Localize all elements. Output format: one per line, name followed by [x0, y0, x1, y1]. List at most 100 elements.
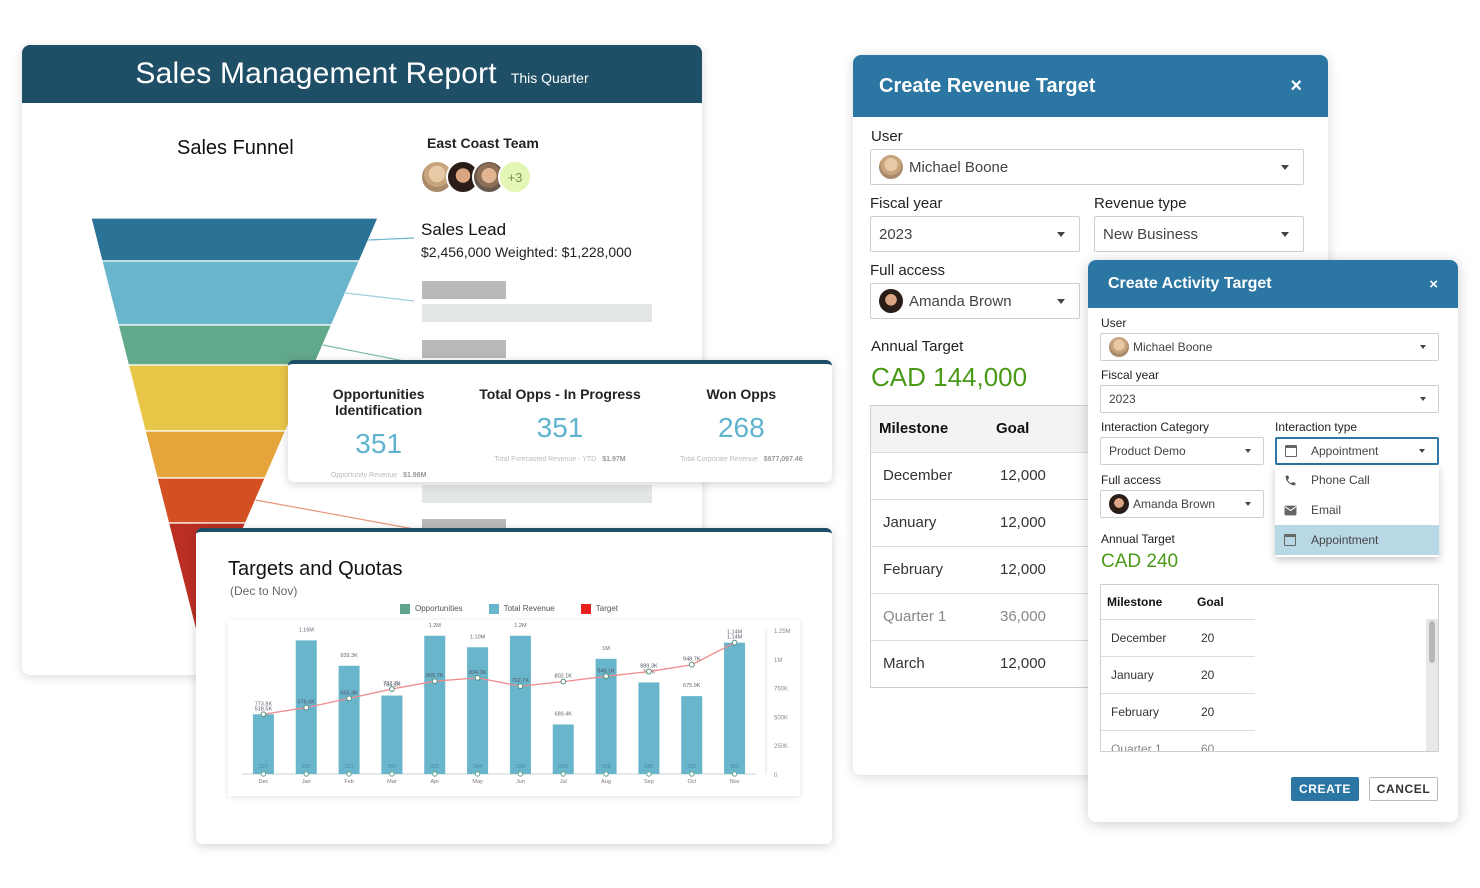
table-row[interactable]: December 20 — [1101, 618, 1255, 656]
user-value: Michael Boone — [909, 158, 1009, 176]
bar-total-revenue[interactable] — [467, 647, 489, 774]
target-point[interactable] — [560, 678, 567, 685]
opportunity-count-label: 344 — [473, 764, 482, 770]
annual-target-label: Annual Target — [1101, 532, 1175, 546]
user-label: User — [871, 128, 903, 145]
scrollbar-thumb[interactable] — [1429, 621, 1435, 663]
opportunity-point[interactable] — [731, 771, 738, 777]
opportunity-point[interactable] — [432, 771, 438, 777]
bar-total-revenue[interactable] — [338, 665, 360, 774]
funnel-stage[interactable] — [156, 477, 267, 524]
kpi-value: 351 — [536, 412, 584, 443]
bar-total-revenue[interactable] — [638, 682, 660, 774]
target-point[interactable] — [260, 711, 267, 718]
bar-total-revenue[interactable] — [681, 696, 703, 774]
target-point[interactable] — [646, 668, 652, 675]
interaction-category-select[interactable]: Product Demo — [1100, 437, 1264, 465]
fiscal-year-select[interactable]: 2023 — [870, 216, 1080, 252]
kpi-sub-label: Total Corporate Revenue — [679, 456, 758, 463]
opportunity-point[interactable] — [517, 771, 524, 777]
x-tick-label: Feb — [344, 779, 353, 785]
opportunity-point[interactable] — [474, 771, 481, 777]
calendar-icon — [1285, 445, 1297, 457]
target-point[interactable] — [688, 661, 695, 668]
targets-quotas-card: Targets and Quotas (Dec to Nov) Opportun… — [196, 528, 832, 844]
opportunity-count-label: 285 — [644, 764, 653, 770]
create-button[interactable]: CREATE — [1291, 777, 1359, 801]
cancel-button[interactable]: CANCEL — [1369, 777, 1438, 801]
chevron-down-icon — [1245, 502, 1251, 506]
target-point[interactable] — [474, 674, 481, 681]
table-row[interactable]: February 20 — [1101, 692, 1255, 730]
target-point[interactable] — [731, 639, 738, 646]
opportunity-point[interactable] — [260, 771, 267, 777]
user-select[interactable]: Michael Boone — [870, 149, 1304, 185]
table-row[interactable]: January 20 — [1101, 655, 1255, 693]
target-point[interactable] — [303, 704, 310, 711]
chart-subtitle: (Dec to Nov) — [230, 584, 298, 598]
full-access-select[interactable]: Amanda Brown — [870, 283, 1080, 319]
target-point[interactable] — [517, 683, 524, 690]
opportunity-point[interactable] — [303, 771, 309, 777]
milestone-cell: February — [1101, 692, 1197, 730]
funnel-stage[interactable] — [117, 324, 333, 366]
funnel-connector-line — [368, 237, 415, 241]
legend-item-target[interactable]: Target — [580, 604, 618, 614]
milestone-cell: January — [871, 498, 996, 546]
option-phone-call[interactable]: Phone Call — [1275, 465, 1439, 495]
bar-value-label: 1.2M — [429, 623, 442, 629]
funnel-stage[interactable] — [144, 430, 287, 479]
target-point[interactable] — [346, 695, 352, 702]
close-icon[interactable]: × — [1290, 75, 1302, 98]
full-access-value: Amanda Brown — [1133, 497, 1216, 511]
opportunity-point[interactable] — [646, 771, 652, 777]
funnel-stage[interactable] — [101, 260, 361, 326]
milestone-cell: Quarter 1 — [1101, 729, 1197, 751]
x-tick-label: Oct — [687, 779, 696, 785]
y-tick-label: 250K — [774, 744, 788, 750]
kpi-sub-value: $977,097.46 — [763, 456, 803, 463]
target-point[interactable] — [431, 678, 438, 685]
interaction-type-label: Interaction type — [1275, 420, 1358, 434]
table-row[interactable]: Quarter 1 60 — [1101, 729, 1255, 751]
goal-cell: 20 — [1197, 692, 1255, 730]
bar-total-revenue[interactable] — [724, 642, 746, 774]
opportunity-point[interactable] — [346, 771, 352, 777]
revenue-type-select[interactable]: New Business — [1094, 216, 1304, 252]
milestone-cell: December — [871, 451, 996, 499]
bar-total-revenue[interactable] — [424, 635, 446, 774]
option-appointment[interactable]: Appointment — [1275, 525, 1439, 555]
bar-total-revenue[interactable] — [509, 635, 531, 774]
fiscal-year-select[interactable]: 2023 — [1100, 385, 1439, 413]
scrollbar-track[interactable] — [1426, 619, 1438, 751]
user-label: User — [1101, 316, 1127, 330]
funnel-connector-line — [255, 499, 415, 530]
user-avatar — [1109, 494, 1129, 514]
kpi-total-opps-in-progress: Total Opps - In Progress 351 Total Forec… — [469, 364, 650, 482]
opportunity-point[interactable] — [603, 771, 609, 777]
bar-total-revenue[interactable] — [381, 695, 403, 774]
y-tick-label: 1M — [774, 658, 782, 664]
opportunity-point[interactable] — [689, 771, 695, 777]
funnel-stage[interactable] — [127, 364, 316, 432]
option-email[interactable]: Email — [1275, 495, 1439, 525]
opportunity-point[interactable] — [560, 771, 566, 777]
opportunity-count-label: 302 — [302, 764, 311, 770]
opportunity-point[interactable] — [389, 771, 395, 777]
legend-item-opportunities[interactable]: Opportunities — [400, 604, 463, 614]
legend-item-total-revenue[interactable]: Total Revenue — [488, 604, 555, 614]
close-icon[interactable]: × — [1429, 276, 1438, 293]
target-point[interactable] — [389, 686, 395, 692]
full-access-select[interactable]: Amanda Brown — [1100, 490, 1264, 518]
x-tick-label: Mar — [387, 779, 397, 785]
user-select[interactable]: Michael Boone — [1100, 333, 1439, 361]
x-tick-label: Dec — [259, 779, 269, 785]
y-tick-label: 750K — [774, 687, 788, 693]
interaction-type-select[interactable]: Appointment — [1275, 437, 1439, 465]
target-value-label: 889.3K — [640, 664, 658, 670]
milestone-table-wrapper[interactable]: Milestone Goal December 20 January 20 Februa… — [1100, 584, 1439, 752]
target-point[interactable] — [603, 673, 609, 680]
funnel-stage[interactable] — [90, 217, 379, 262]
target-value-label: 576.6K — [298, 700, 316, 706]
kpi-sub-label: Total Forecasted Revenue - YTD — [494, 456, 597, 463]
